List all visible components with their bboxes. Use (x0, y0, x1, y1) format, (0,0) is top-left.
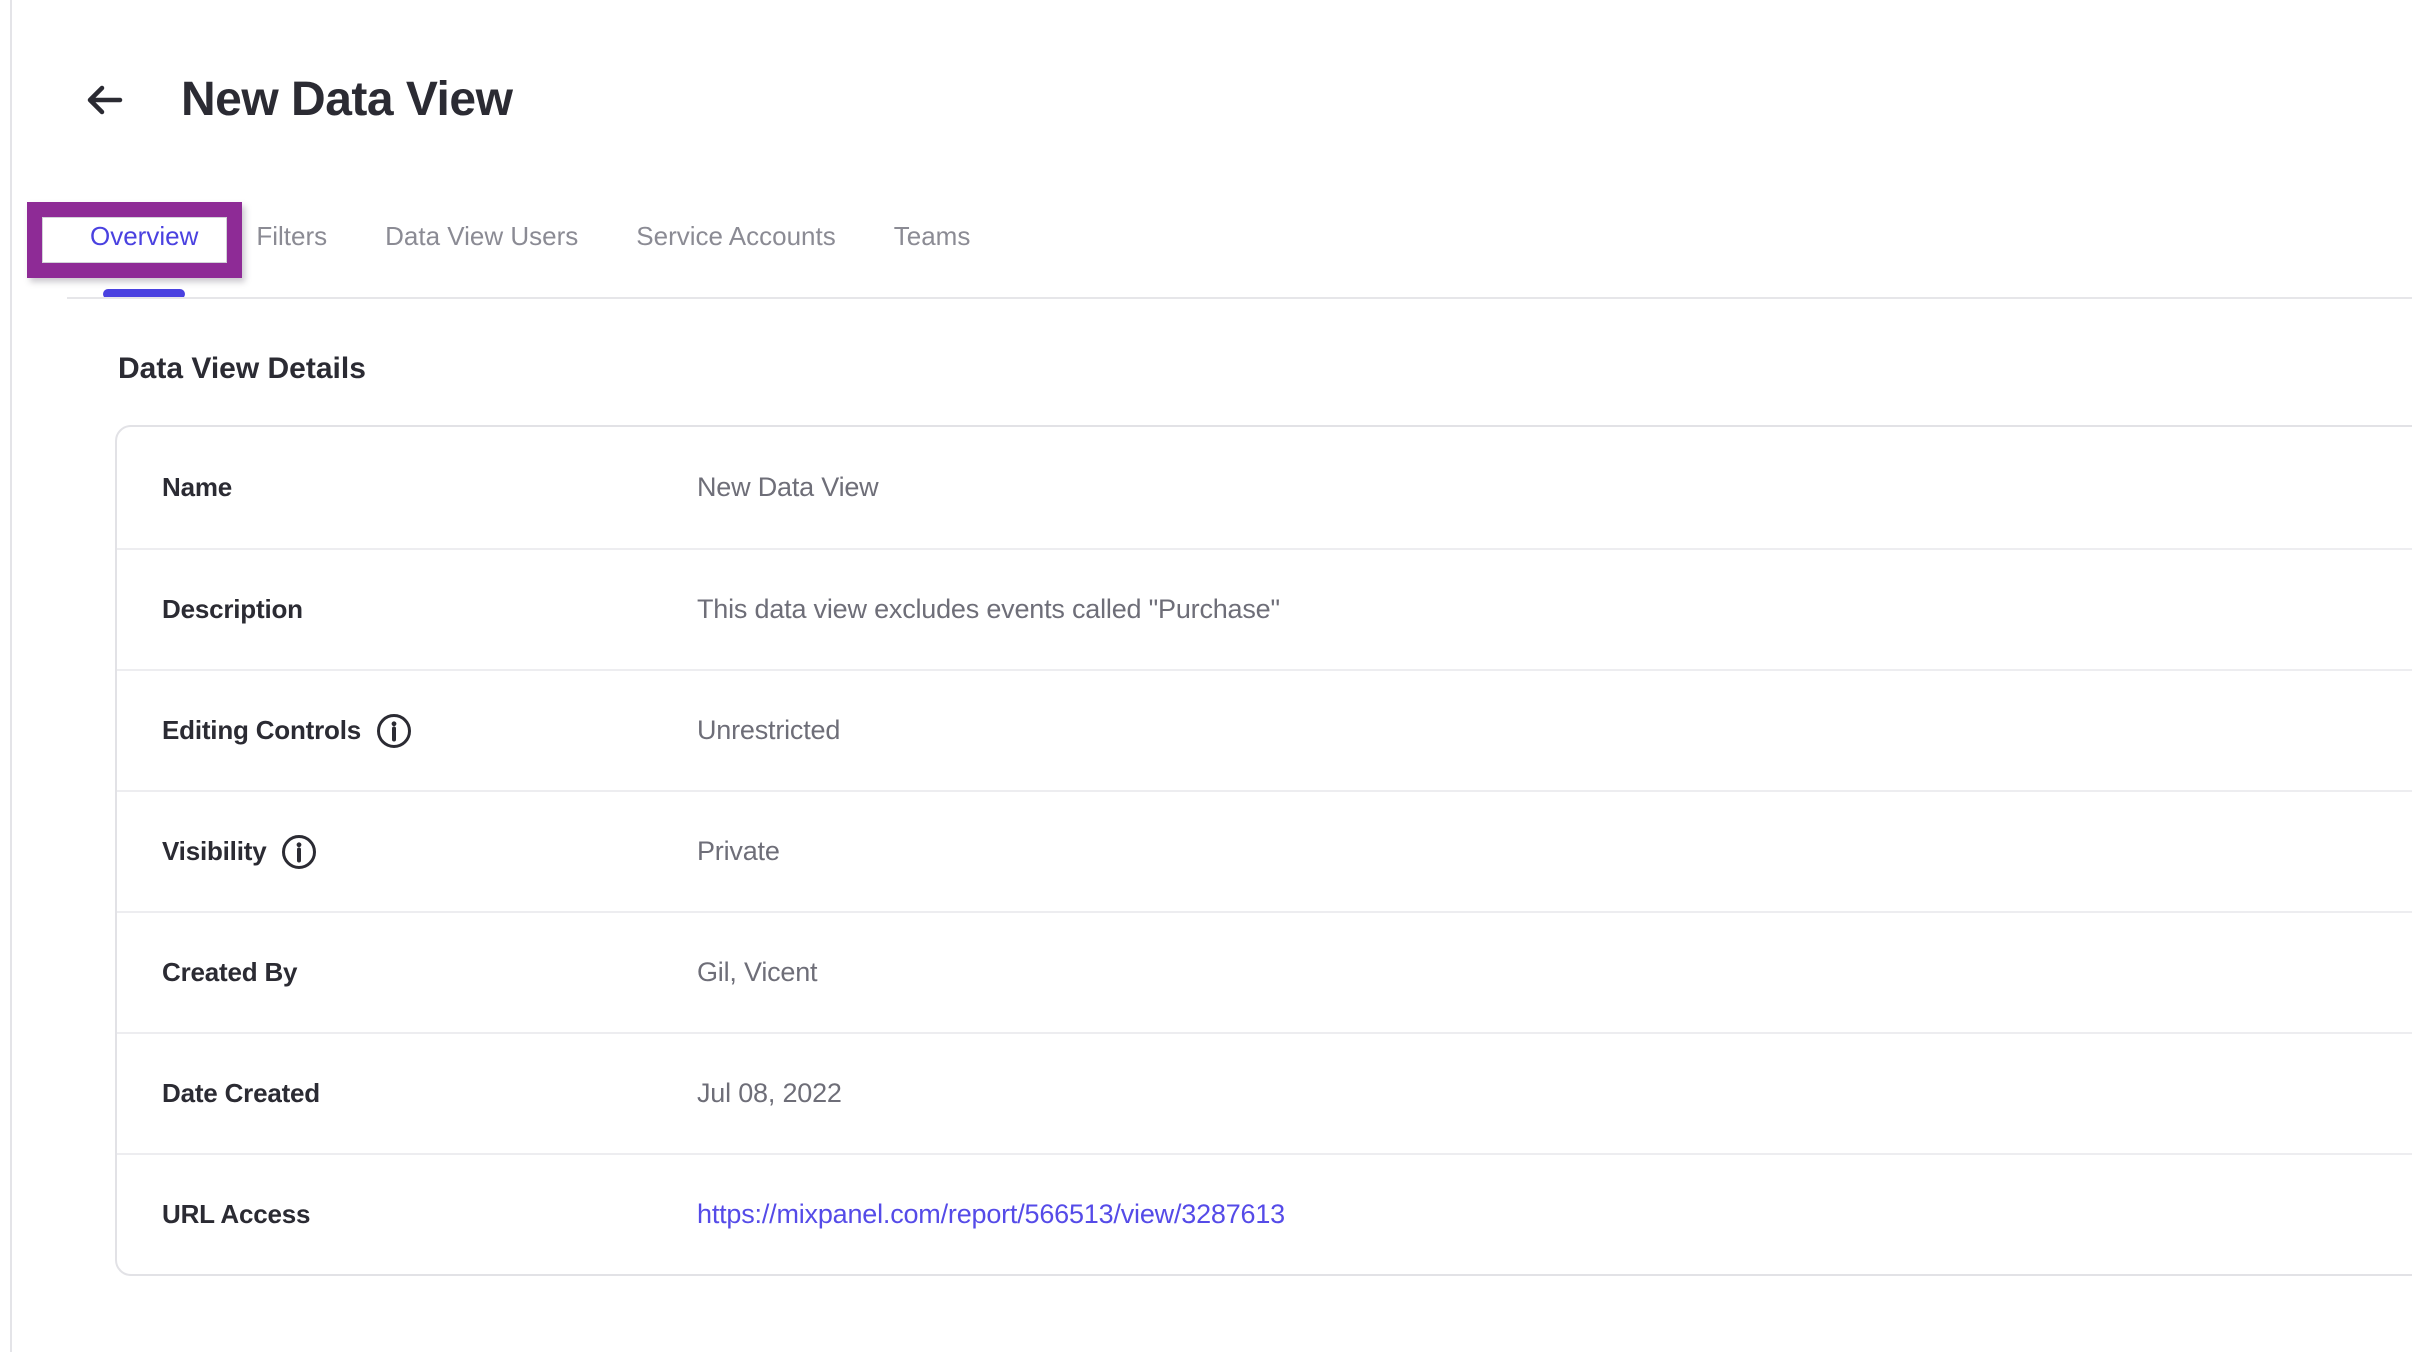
data-view-details-card: Name New Data View Description This data… (115, 425, 2412, 1276)
table-row-date-created: Date Created Jul 08, 2022 (117, 1032, 2412, 1153)
row-label: Editing Controls (162, 712, 697, 750)
table-row-created-by: Created By Gil, Vicent (117, 911, 2412, 1032)
row-value: This data view excludes events called "P… (697, 594, 1280, 625)
data-view-settings-page: New Data View Overview Filters Data View… (0, 0, 2412, 1352)
table-row-editing-controls: Editing Controls Unrestricted (117, 669, 2412, 790)
row-label: Date Created (162, 1078, 697, 1109)
row-label-text: Created By (162, 957, 297, 988)
tab-filters[interactable]: Filters (256, 221, 327, 251)
row-label: Name (162, 472, 697, 503)
tabbar-divider (67, 297, 2412, 299)
row-label-text: Editing Controls (162, 715, 361, 746)
row-label-text: URL Access (162, 1199, 310, 1230)
url-access-link[interactable]: https://mixpanel.com/report/566513/view/… (697, 1199, 1285, 1230)
page-header: New Data View (83, 72, 512, 127)
tab-bar: Overview Filters Data View Users Service… (90, 221, 970, 251)
row-value: Private (697, 836, 780, 867)
table-row-description: Description This data view excludes even… (117, 548, 2412, 669)
row-label-text: Name (162, 472, 232, 503)
table-row-visibility: Visibility Private (117, 790, 2412, 911)
row-value: Jul 08, 2022 (697, 1078, 842, 1109)
table-row-name: Name New Data View (117, 427, 2412, 548)
tab-data-view-users[interactable]: Data View Users (385, 221, 578, 251)
row-label: URL Access (162, 1199, 697, 1230)
row-label: Visibility (162, 833, 697, 871)
row-label: Created By (162, 957, 697, 988)
section-heading: Data View Details (118, 352, 366, 386)
table-row-url-access: URL Access https://mixpanel.com/report/5… (117, 1153, 2412, 1274)
info-icon[interactable] (375, 712, 413, 750)
back-button[interactable] (83, 79, 125, 121)
panel-edge-divider (10, 0, 12, 1352)
row-value: Gil, Vicent (697, 957, 817, 988)
row-value: New Data View (697, 472, 878, 503)
row-value: Unrestricted (697, 715, 840, 746)
tab-overview[interactable]: Overview (90, 221, 198, 251)
arrow-left-icon (83, 80, 125, 120)
row-label-text: Visibility (162, 836, 266, 867)
tab-teams[interactable]: Teams (894, 221, 971, 251)
row-label: Description (162, 594, 697, 625)
row-label-text: Description (162, 594, 303, 625)
row-label-text: Date Created (162, 1078, 320, 1109)
tab-overview-label: Overview (90, 221, 198, 251)
info-icon[interactable] (280, 833, 318, 871)
page-title: New Data View (181, 72, 512, 127)
tab-service-accounts[interactable]: Service Accounts (636, 221, 835, 251)
